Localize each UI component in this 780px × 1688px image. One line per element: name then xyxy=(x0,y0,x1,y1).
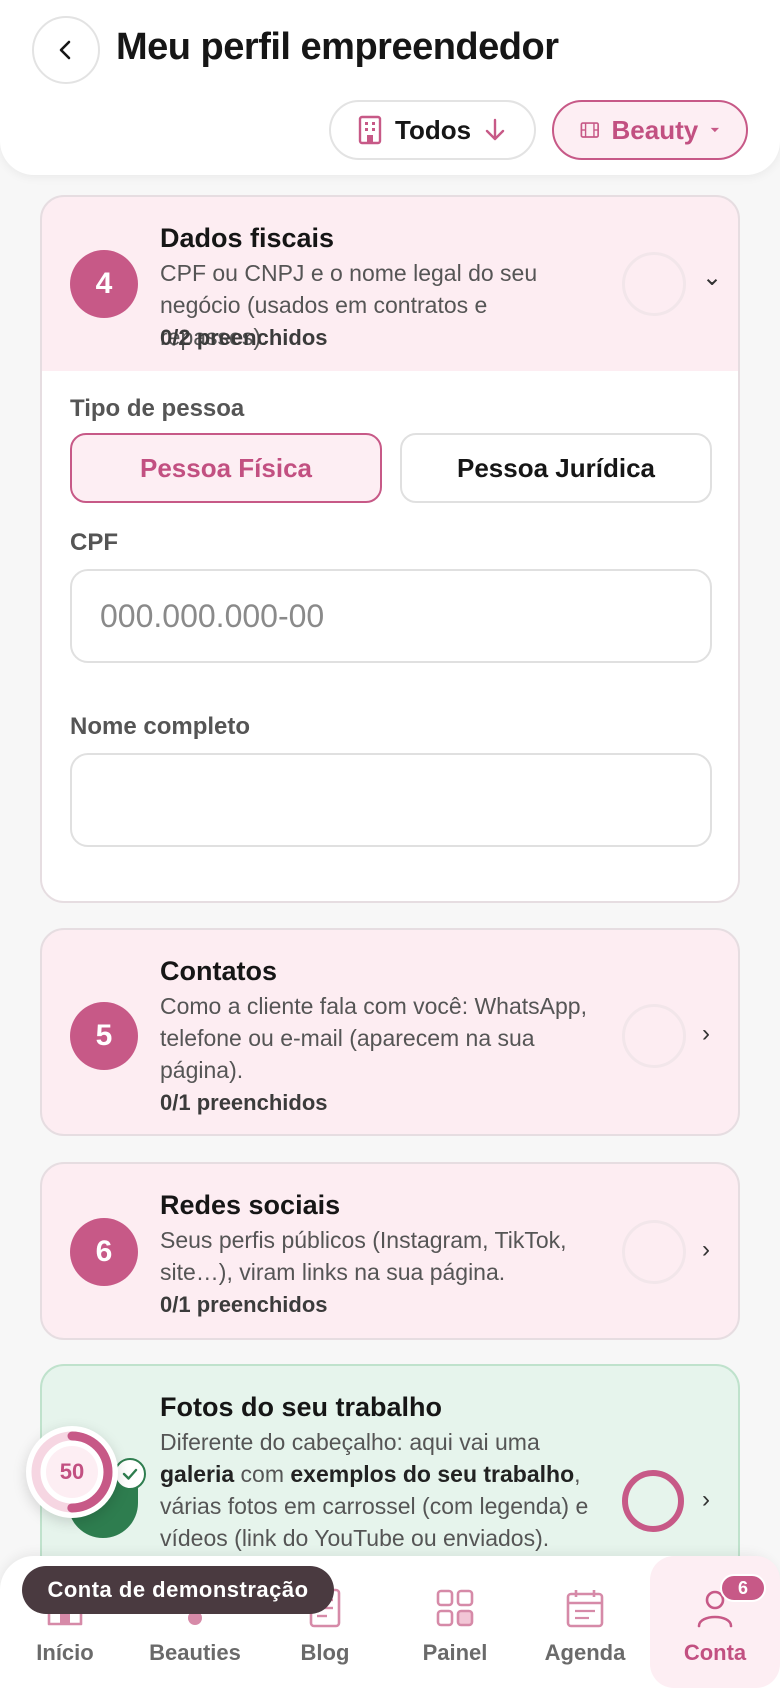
step-title: Redes sociais xyxy=(160,1190,341,1220)
step-title: Fotos do seu trabalho xyxy=(160,1392,443,1422)
step-count: 0/1 preenchidos xyxy=(160,1090,328,1115)
pessoa-juridica-option[interactable]: Pessoa Jurídica xyxy=(400,433,712,503)
nav-label: Blog xyxy=(300,1640,350,1665)
step-title: Contatos xyxy=(160,956,277,986)
arrow-down-icon xyxy=(485,118,505,141)
nav-item-painel[interactable]: Painel xyxy=(390,1556,520,1688)
grid-icon xyxy=(436,1589,474,1627)
filter-beauty-label: Beauty xyxy=(611,114,699,145)
chevron-right-icon: › xyxy=(702,1486,710,1513)
filter-todos-button[interactable]: Todos xyxy=(329,100,536,160)
page-title: Meu perfil empreendedor xyxy=(116,26,559,68)
desc-bold: galeria xyxy=(160,1461,235,1487)
chevron-right-icon: › xyxy=(702,1020,710,1047)
score-value: 50 xyxy=(59,1459,85,1484)
chevron-down-icon: ⌄ xyxy=(702,264,723,291)
nav-item-conta[interactable]: 6 Conta xyxy=(650,1556,780,1688)
cpf-label: CPF xyxy=(70,529,118,556)
demo-account-chip[interactable]: Conta de demonstração xyxy=(22,1566,334,1614)
step-description: Diferente do cabeçalho: aqui vai uma gal… xyxy=(160,1426,605,1554)
nav-label: Agenda xyxy=(544,1640,626,1665)
step-number: 6 xyxy=(70,1218,138,1286)
person-type-label: Tipo de pessoa xyxy=(70,395,245,422)
desc-text: Diferente do cabeçalho: aqui vai uma xyxy=(160,1429,540,1455)
progress-ring xyxy=(622,252,686,316)
step-count: 0/1 preenchidos xyxy=(160,1292,328,1317)
step-description: Como a cliente fala com você: WhatsApp, … xyxy=(160,993,587,1083)
fiscal-form: Tipo de pessoa Pessoa Física Pessoa Jurí… xyxy=(42,371,738,901)
filter-todos-label: Todos xyxy=(395,114,472,145)
full-name-input[interactable] xyxy=(70,753,712,847)
progress-ring xyxy=(622,1004,686,1068)
pessoa-fisica-option[interactable]: Pessoa Física xyxy=(70,433,382,503)
step-count: 0/2 preenchidos xyxy=(160,325,328,350)
caret-down-icon xyxy=(710,127,720,133)
nav-label: Painel xyxy=(422,1640,488,1665)
check-icon xyxy=(114,1458,146,1490)
nav-label: Conta xyxy=(683,1640,747,1665)
cpf-input[interactable] xyxy=(70,569,712,663)
name-label: Nome completo xyxy=(70,713,251,740)
progress-ring xyxy=(622,1470,684,1532)
step-header-dados-fiscais[interactable]: 4 Dados fiscais CPF ou CNPJ e o nome leg… xyxy=(42,197,738,371)
nav-item-agenda[interactable]: Agenda xyxy=(520,1556,650,1688)
desc-bold: exemplos do seu trabalho xyxy=(290,1461,575,1487)
building-icon xyxy=(358,115,382,145)
step-number: 5 xyxy=(70,1002,138,1070)
chevron-left-icon xyxy=(59,40,71,60)
progress-ring xyxy=(622,1220,686,1284)
desc-text: com xyxy=(234,1461,291,1487)
step-title: Dados fiscais xyxy=(160,223,335,253)
step-description: Seus perfis públicos (Instagram, TikTok,… xyxy=(160,1227,567,1285)
nav-label: Início xyxy=(36,1640,94,1665)
nav-label: Beauties xyxy=(149,1640,241,1665)
step-card-redes-sociais[interactable]: 6 Redes sociais Seus perfis públicos (In… xyxy=(40,1162,740,1340)
back-button[interactable] xyxy=(32,16,100,84)
step-card-contatos[interactable]: 5 Contatos Como a cliente fala com você:… xyxy=(40,928,740,1136)
step-card-dados-fiscais: 4 Dados fiscais CPF ou CNPJ e o nome leg… xyxy=(40,195,740,903)
chevron-right-icon: › xyxy=(702,1236,710,1263)
film-icon xyxy=(580,122,599,138)
calendar-icon xyxy=(566,1590,604,1628)
header: Meu perfil empreendedor Todos Beauty xyxy=(0,0,780,175)
filter-beauty-dropdown[interactable]: Beauty xyxy=(552,100,748,160)
profile-score-badge[interactable]: 50 xyxy=(26,1426,118,1518)
step-number: 4 xyxy=(70,250,138,318)
notification-badge: 6 xyxy=(720,1574,766,1602)
